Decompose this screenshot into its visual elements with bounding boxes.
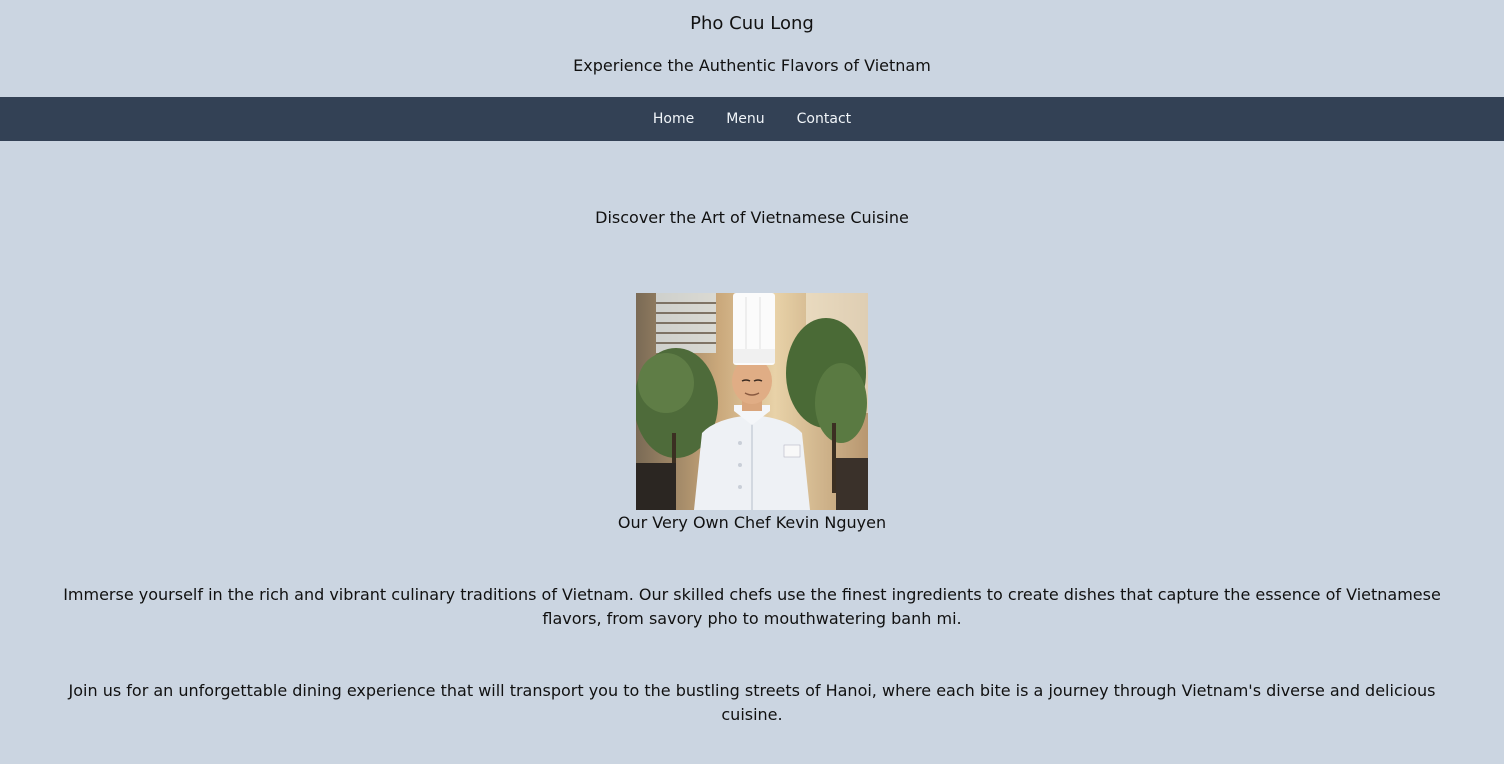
main-content: Discover the Art of Vietnamese Cuisine O… [0, 141, 1504, 764]
intro-paragraph: Immerse yourself in the rich and vibrant… [63, 585, 1441, 628]
nav-link-home[interactable]: Home [637, 97, 710, 141]
section-title: Discover the Art of Vietnamese Cuisine [595, 208, 909, 227]
invitation-paragraph: Join us for an unforgettable dining expe… [68, 681, 1436, 724]
chef-photo [636, 293, 868, 510]
site-header: Pho Cuu Long Experience the Authentic Fl… [0, 0, 1504, 97]
main-nav: Home Menu Contact [0, 97, 1504, 141]
chef-caption: Our Very Own Chef Kevin Nguyen [617, 513, 887, 532]
nav-link-contact[interactable]: Contact [781, 97, 867, 141]
site-title: Pho Cuu Long [690, 13, 814, 34]
site-tagline: Experience the Authentic Flavors of Viet… [573, 56, 931, 75]
nav-link-menu[interactable]: Menu [710, 97, 780, 141]
